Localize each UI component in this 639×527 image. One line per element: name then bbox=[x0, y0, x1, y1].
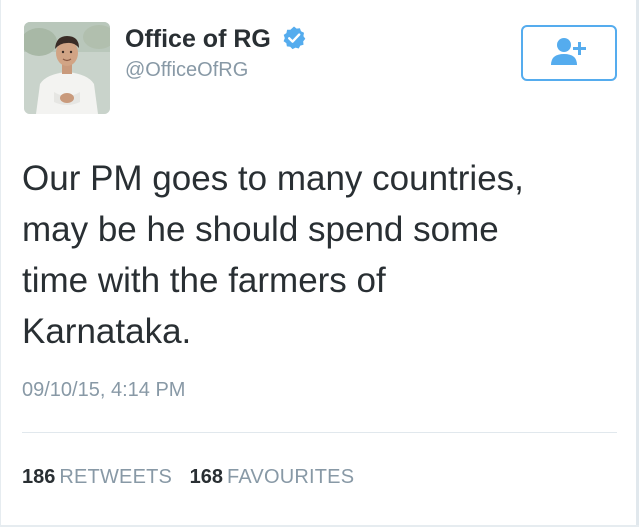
retweets-stat[interactable]: 186 RETWEETS bbox=[22, 464, 172, 490]
author-info: Office of RG @OfficeOfRG bbox=[125, 24, 307, 82]
follow-user-plus-icon bbox=[549, 36, 589, 71]
favourites-label: FAVOURITES bbox=[227, 466, 355, 488]
follow-button[interactable] bbox=[521, 25, 617, 81]
favourites-count: 168 bbox=[189, 466, 224, 488]
retweets-label: RETWEETS bbox=[59, 466, 173, 488]
verified-badge-icon bbox=[281, 25, 307, 51]
profile-photo bbox=[24, 22, 110, 114]
retweets-count: 186 bbox=[22, 466, 56, 488]
tweet-text: Our PM goes to many countries, may be he… bbox=[22, 159, 524, 351]
avatar[interactable] bbox=[24, 22, 110, 114]
favourites-stat[interactable]: 168 FAVOURITES bbox=[190, 464, 355, 490]
author-handle[interactable]: @OfficeOfRG bbox=[125, 58, 307, 82]
tweet-timestamp[interactable]: 09/10/15, 4:14 PM bbox=[22, 376, 185, 404]
author-display-name[interactable]: Office of RG bbox=[125, 24, 271, 54]
card-left-border bbox=[0, 0, 1, 527]
tweet-stats: 186 RETWEETS 168 FAVOURITES bbox=[22, 464, 366, 490]
divider bbox=[22, 432, 617, 433]
